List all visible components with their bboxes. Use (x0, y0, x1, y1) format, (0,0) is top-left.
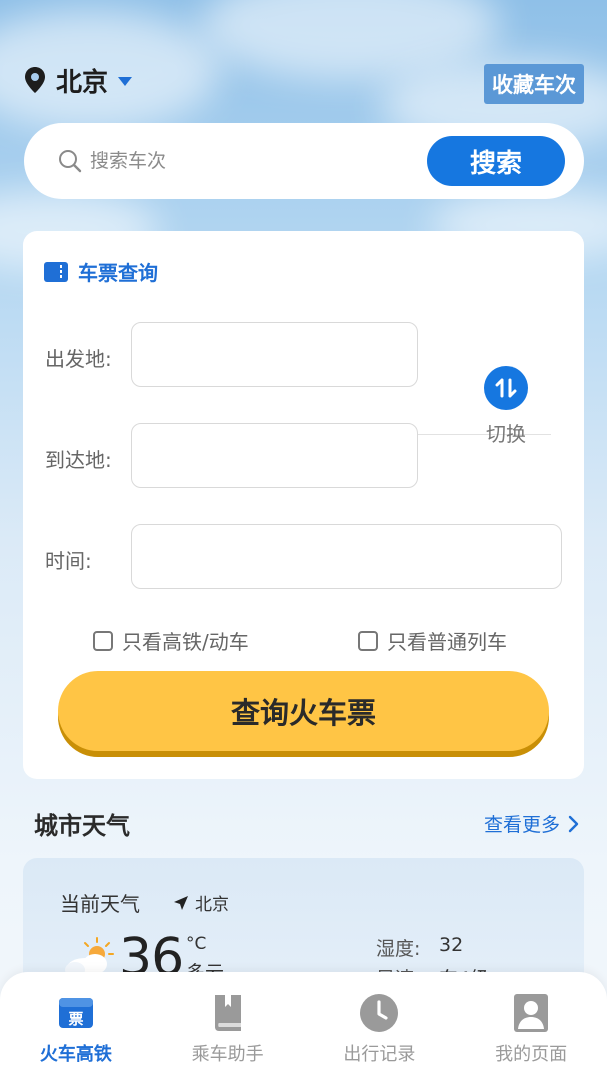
filter-highspeed[interactable]: 只看高铁/动车 (93, 626, 249, 655)
chevron-right-icon (568, 815, 579, 832)
ticket-icon: 票 (56, 993, 96, 1033)
search-bar: 搜索 (24, 123, 584, 199)
time-input[interactable] (131, 524, 562, 589)
search-icon (59, 150, 82, 173)
filter-normal-checkbox[interactable] (358, 630, 378, 651)
user-icon (511, 993, 551, 1033)
weather-location-label: 北京 (195, 895, 229, 915)
location-pin-icon (25, 67, 45, 93)
tab-train[interactable]: 票 火车高铁 (0, 972, 152, 1080)
weather-location: 北京 (173, 890, 229, 915)
filter-normal[interactable]: 只看普通列车 (358, 626, 507, 655)
see-more-link[interactable]: 查看更多 (484, 810, 580, 837)
departure-input[interactable] (131, 322, 418, 387)
arrival-input[interactable] (131, 423, 418, 488)
swap-button[interactable]: 切换 (476, 366, 536, 447)
tab-my-page-label: 我的页面 (495, 1044, 568, 1065)
swap-icon (484, 366, 528, 410)
swap-label: 切换 (486, 422, 526, 446)
departure-label: 出发地: (45, 347, 112, 371)
search-input[interactable] (90, 150, 420, 172)
tab-ride-assistant-label: 乘车助手 (191, 1044, 264, 1065)
tab-travel-records[interactable]: 出行记录 (304, 972, 456, 1080)
arrival-label: 到达地: (45, 448, 112, 472)
weather-card-title: 当前天气 (60, 892, 140, 916)
filter-highspeed-checkbox[interactable] (93, 630, 113, 651)
weather-section-title: 城市天气 (34, 812, 130, 840)
time-label: 时间: (45, 549, 92, 573)
filter-normal-label: 只看普通列车 (387, 630, 507, 654)
card-title-label: 车票查询 (78, 261, 158, 285)
query-tickets-button[interactable]: 查询火车票 (58, 671, 549, 751)
book-icon (208, 993, 248, 1033)
header: 北京 收藏车次 (24, 60, 584, 104)
search-button[interactable]: 搜索 (427, 136, 565, 186)
card-title: 车票查询 (44, 257, 158, 286)
humidity-label: 湿度: (376, 938, 421, 960)
chevron-down-icon[interactable] (118, 76, 133, 86)
humidity-value: 32 (439, 934, 464, 956)
tab-train-label: 火车高铁 (39, 1044, 112, 1065)
svg-text:票: 票 (68, 1010, 83, 1028)
favorites-button[interactable]: 收藏车次 (484, 64, 584, 104)
tab-travel-records-label: 出行记录 (343, 1044, 416, 1065)
filter-highspeed-label: 只看高铁/动车 (122, 630, 249, 654)
bottom-tab-bar: 票 火车高铁 乘车助手 出行记录 我的页面 (0, 972, 607, 1080)
clock-icon (359, 993, 399, 1033)
navigation-arrow-icon (174, 895, 188, 910)
city-name[interactable]: 北京 (56, 62, 108, 99)
tab-ride-assistant[interactable]: 乘车助手 (152, 972, 304, 1080)
weather-section-header: 城市天气 查看更多 (34, 806, 582, 842)
see-more-label: 查看更多 (483, 814, 560, 836)
ticket-icon (44, 261, 68, 282)
temperature-unit: °C (186, 934, 207, 954)
tab-my-page[interactable]: 我的页面 (455, 972, 607, 1080)
ticket-query-card: 车票查询 出发地: 到达地: 切换 时间: 只看高铁/动车 只看普通列车 查询火… (23, 231, 584, 779)
